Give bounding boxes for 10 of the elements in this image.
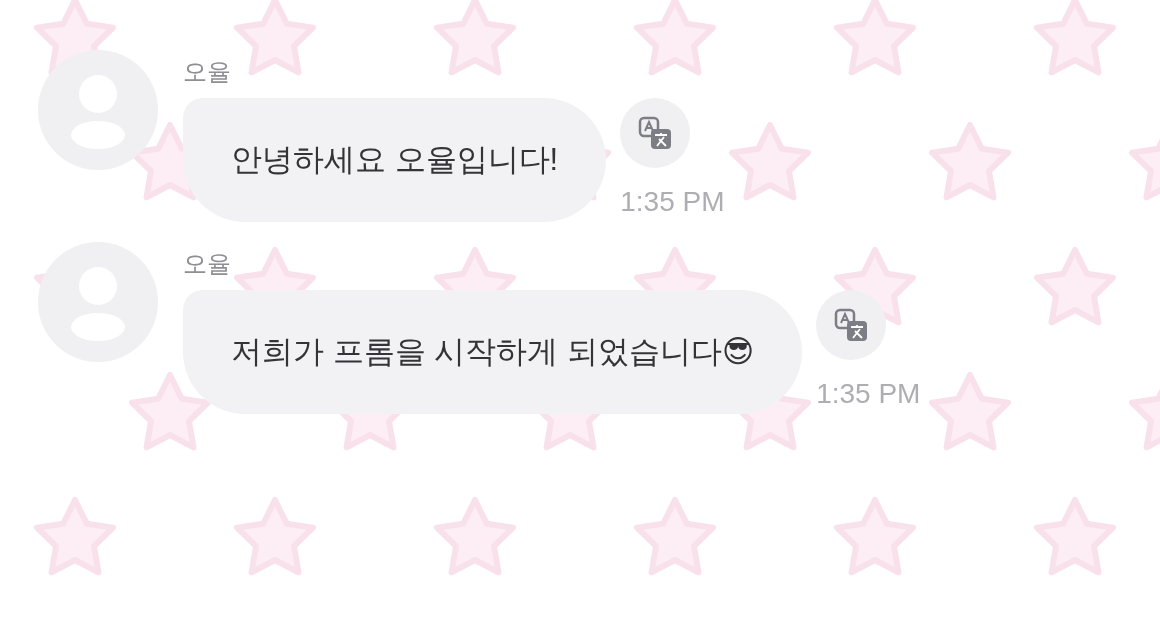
message-bubble: 저희가 프롬을 시작하게 되었습니다😎: [183, 290, 803, 414]
sender-name: 오율: [183, 58, 231, 86]
translate-icon: [834, 308, 869, 342]
avatar-icon: [38, 242, 158, 362]
translate-icon: [638, 116, 673, 150]
sender-name: 오율: [183, 250, 231, 278]
message-bubble: 안녕하세요 오율입니다!: [183, 98, 607, 222]
avatar-icon: [38, 50, 158, 170]
message-time: 1:35 PM: [816, 378, 921, 410]
message-time: 1:35 PM: [620, 186, 725, 218]
